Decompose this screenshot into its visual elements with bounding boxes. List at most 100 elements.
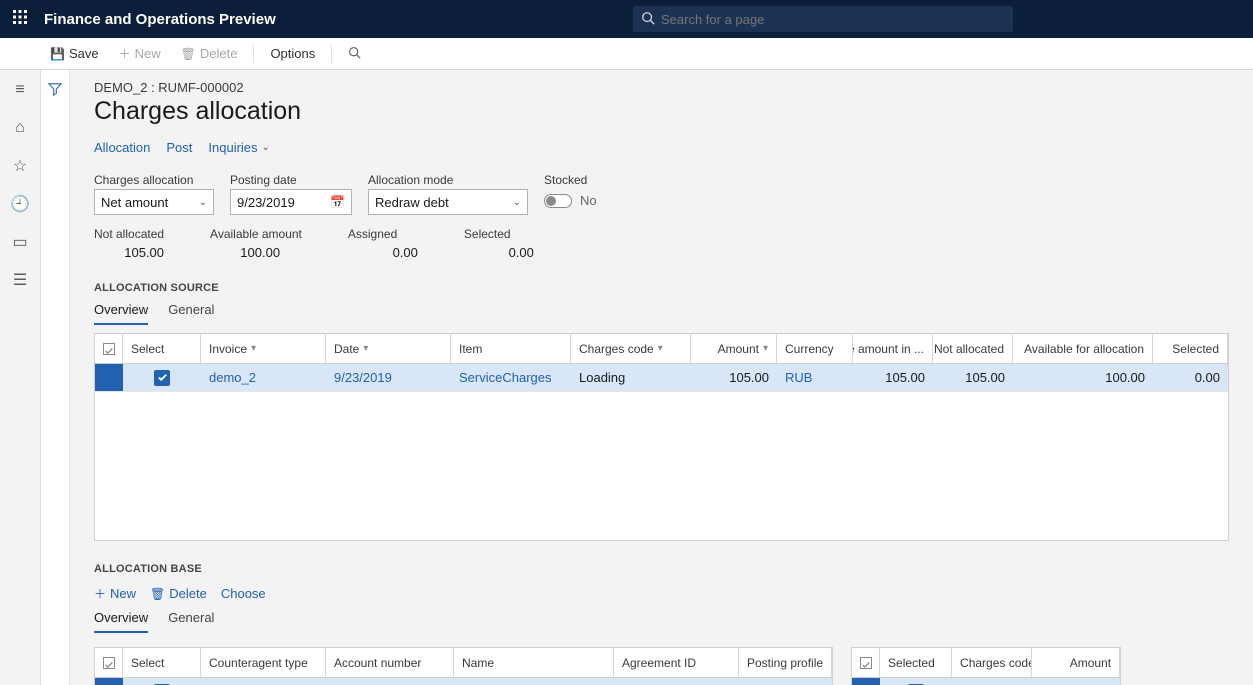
new-label: New — [135, 46, 161, 61]
cell-currency[interactable]: RUB — [777, 370, 853, 385]
label: Assigned — [348, 227, 397, 241]
col-charges-code[interactable]: Charges code — [952, 648, 1032, 677]
delete-button[interactable]: 🗑Delete — [173, 40, 246, 68]
col-account-number[interactable]: Account number — [326, 648, 454, 677]
search-input[interactable] — [633, 6, 1013, 32]
app-launcher-icon[interactable] — [0, 10, 40, 29]
breadcrumb: DEMO_2 : RUMF-000002 — [94, 80, 1229, 95]
cell-select[interactable] — [123, 370, 201, 386]
source-tabs: Overview General — [94, 302, 1229, 325]
row-header[interactable] — [852, 678, 880, 685]
col-date[interactable]: Date▾ — [326, 334, 451, 363]
col-select[interactable]: Select — [123, 334, 201, 363]
tab-general[interactable]: General — [168, 610, 214, 633]
table-row[interactable]: demo_2 9/23/2019 ServiceCharges Loading … — [95, 364, 1228, 392]
cell-charges-code: Loading — [571, 370, 691, 385]
col-amount[interactable]: Amount — [1032, 648, 1120, 677]
cell-amount-in: 105.00 — [853, 370, 933, 385]
charges-allocation-select[interactable]: Net amount⌄ — [94, 189, 214, 215]
header-checkbox[interactable] — [95, 334, 123, 363]
col-posting-profile[interactable]: Posting profile — [739, 648, 832, 677]
action-post[interactable]: Post — [166, 140, 192, 155]
modules-icon[interactable]: ☰ — [10, 270, 30, 290]
chevron-down-icon: ⌄ — [513, 197, 521, 208]
workspaces-icon[interactable]: ▭ — [10, 232, 30, 252]
find-button[interactable] — [340, 40, 373, 68]
separator — [331, 45, 332, 63]
home-icon[interactable]: ⌂ — [10, 118, 30, 138]
search-icon — [348, 46, 361, 62]
label: Not allocated — [94, 227, 164, 241]
value: Redraw debt — [375, 195, 449, 210]
posting-date-input[interactable]: 9/23/2019📅 — [230, 189, 352, 215]
grid-header: Select Invoice▾ Date▾ Item Charges code▾… — [95, 334, 1228, 364]
filter-icon[interactable] — [48, 82, 62, 685]
search-container — [633, 6, 1013, 32]
col-currency[interactable]: Currency — [777, 334, 853, 363]
new-button[interactable]: ＋New — [111, 40, 169, 68]
table-row[interactable]: Vendor⌄ RUMF-000005⌄ СпецСветСнабСбыт ГУ… — [95, 678, 832, 685]
action-inquiries[interactable]: Inquiries ⌄ — [208, 140, 270, 155]
save-button[interactable]: 💾Save — [42, 40, 107, 68]
col-name[interactable]: Name — [454, 648, 614, 677]
value: 105.00 — [94, 245, 164, 260]
cell-invoice[interactable]: demo_2 — [201, 370, 326, 385]
ro-available: Available amount100.00 — [210, 227, 302, 260]
action-allocation[interactable]: Allocation — [94, 140, 150, 155]
page-title: Charges allocation — [94, 97, 1229, 126]
search-icon — [641, 11, 655, 28]
table-row[interactable]: Loading 0.00 — [852, 678, 1120, 685]
allocation-mode-select[interactable]: Redraw debt ⌄ — [368, 189, 528, 215]
label: Invoice — [209, 342, 247, 356]
row-header[interactable] — [95, 364, 123, 391]
command-bar: 💾Save ＋New 🗑Delete Options — [0, 38, 1253, 70]
col-select[interactable]: Select — [123, 648, 201, 677]
col-selected[interactable]: Selected — [880, 648, 952, 677]
readonly-row: Not allocated 105.00 Available amount100.… — [94, 227, 1229, 260]
col-agreement-id[interactable]: Agreement ID — [614, 648, 739, 677]
base-new-button[interactable]: ＋New — [94, 585, 136, 602]
col-not-allocated[interactable]: Not allocated — [933, 334, 1013, 363]
tab-overview[interactable]: Overview — [94, 302, 148, 325]
page-actions: Allocation Post Inquiries ⌄ — [94, 140, 1229, 155]
label: Available amount — [210, 227, 302, 241]
col-invoice[interactable]: Invoice▾ — [201, 334, 326, 363]
grid-body: demo_2 9/23/2019 ServiceCharges Loading … — [95, 364, 1228, 540]
cell-selected: 0.00 — [1153, 370, 1228, 385]
col-available-for-allocation[interactable]: Available for allocation — [1013, 334, 1153, 363]
filter-icon: ▾ — [363, 343, 368, 354]
row-header[interactable] — [95, 678, 123, 685]
stocked-toggle[interactable]: No — [544, 193, 597, 208]
cell-item[interactable]: ServiceCharges — [451, 370, 571, 385]
label: Delete — [169, 586, 207, 601]
col-amount-in[interactable]: The amount in ... — [853, 334, 933, 363]
col-selected[interactable]: Selected — [1153, 334, 1228, 363]
header-checkbox[interactable] — [852, 648, 880, 677]
field-stocked: Stocked No — [544, 173, 597, 215]
toggle-state: No — [580, 193, 597, 208]
header-checkbox[interactable] — [95, 648, 123, 677]
favorites-icon[interactable]: ☆ — [10, 156, 30, 176]
col-charges-code[interactable]: Charges code▾ — [571, 334, 691, 363]
page: DEMO_2 : RUMF-000002 Charges allocation … — [40, 70, 1253, 685]
col-counteragent-type[interactable]: Counteragent type — [201, 648, 326, 677]
recent-icon[interactable]: 🕘 — [10, 194, 30, 214]
col-amount[interactable]: Amount▾ — [691, 334, 777, 363]
base-delete-button[interactable]: 🗑Delete — [150, 585, 207, 602]
tab-overview[interactable]: Overview — [94, 610, 148, 633]
cell-date[interactable]: 9/23/2019 — [326, 370, 451, 385]
tab-general[interactable]: General — [168, 302, 214, 325]
checkbox-checked — [154, 370, 170, 386]
base-choose-button[interactable]: Choose — [221, 585, 266, 602]
section-title-source: ALLOCATION SOURCE — [94, 282, 1229, 294]
options-button[interactable]: Options — [262, 40, 323, 68]
col-item[interactable]: Item — [451, 334, 571, 363]
options-label: Options — [270, 46, 315, 61]
cell-available: 100.00 — [1013, 370, 1153, 385]
calendar-icon: 📅 — [330, 195, 345, 209]
label: Selected — [464, 227, 511, 241]
base-grid: Select Counteragent type Account number … — [94, 647, 833, 685]
label: Allocation mode — [368, 173, 528, 187]
value: 0.00 — [464, 245, 534, 260]
hamburger-icon[interactable]: ≡ — [10, 80, 30, 100]
